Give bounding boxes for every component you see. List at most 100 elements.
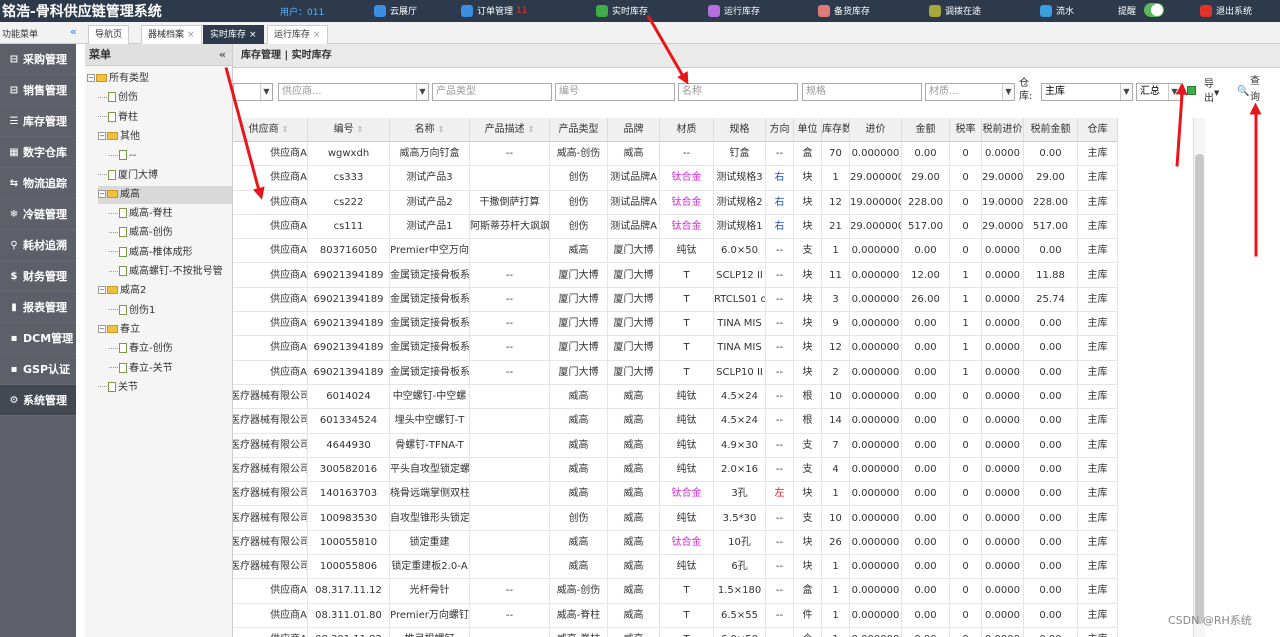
tree-node[interactable]: − 威高2: [98, 282, 146, 300]
tab-2[interactable]: 实时库存 ×: [203, 25, 264, 44]
material-select[interactable]: 材质... ▼: [925, 83, 1015, 101]
sidebar-item-warehouse[interactable]: ▦ 数字仓库: [0, 137, 76, 168]
table-cell: 主库: [1078, 360, 1118, 385]
column-header[interactable]: 库存数: [822, 118, 850, 142]
sidebar-item-settings[interactable]: ⚙ 系统管理: [0, 385, 76, 416]
table-cell: 0: [950, 214, 982, 240]
table-cell: --: [766, 603, 794, 628]
name-input[interactable]: 名称: [678, 83, 798, 101]
export-button[interactable]: 导出 ▼: [1184, 78, 1222, 108]
column-header[interactable]: 名称 ⇕: [390, 118, 470, 142]
spec-input[interactable]: 规格: [802, 83, 922, 101]
topnav-prep[interactable]: 备货库存: [818, 4, 870, 17]
summary-select[interactable]: 汇总 ▼: [1136, 83, 1181, 101]
column-header[interactable]: 税率: [950, 118, 982, 142]
column-header[interactable]: 编号 ⇕: [308, 118, 390, 142]
column-header[interactable]: 单位: [794, 118, 822, 142]
tree-node[interactable]: 威高螺钉-不按批号管: [109, 263, 223, 281]
tree-node[interactable]: 厦门大博: [98, 167, 158, 185]
topnav-reminder[interactable]: 提醒: [1118, 4, 1136, 17]
tree-node[interactable]: 威高-创伤: [109, 224, 173, 242]
reminder-toggle[interactable]: [1144, 3, 1164, 17]
topnav-transfer[interactable]: 调拨在途: [929, 4, 981, 17]
sidebar-item-finance[interactable]: $ 财务管理: [0, 261, 76, 292]
supplier-select[interactable]: 供应商... ▼: [278, 83, 429, 101]
table-cell: 0.0000: [982, 579, 1024, 604]
tab-3[interactable]: 运行库存 ×: [267, 25, 328, 44]
topnav-cloud[interactable]: 云展厅: [374, 4, 417, 17]
sidebar-item-dcm[interactable]: ▪ DCM管理: [0, 323, 76, 354]
column-header[interactable]: 方向: [766, 118, 794, 142]
app-title: 铭浩-骨科供应链管理系统: [2, 4, 162, 20]
tree-node[interactable]: 春立-关节: [109, 360, 173, 378]
tree-node[interactable]: − 其他: [98, 128, 140, 146]
column-header[interactable]: 材质: [660, 118, 714, 142]
topnav-power[interactable]: 退出系统: [1200, 4, 1252, 17]
tree-node[interactable]: 脊柱: [98, 109, 138, 127]
tree-header: 菜单 «: [85, 44, 232, 66]
tree-node-label: 春立-关节: [129, 362, 173, 374]
sidebar-item-inventory[interactable]: ☰ 库存管理: [0, 106, 76, 137]
table-cell: 0: [950, 555, 982, 580]
expand-toggle-icon[interactable]: −: [98, 324, 106, 333]
scrollbar-thumb[interactable]: [1195, 154, 1204, 624]
tree-node[interactable]: --: [109, 147, 136, 165]
first-select[interactable]: ▼: [233, 83, 273, 101]
vertical-scrollbar[interactable]: [1193, 118, 1205, 637]
column-header[interactable]: 税前金额: [1024, 118, 1078, 142]
product-type-input[interactable]: 产品类型: [432, 83, 552, 101]
expand-toggle-icon[interactable]: −: [98, 286, 106, 295]
topnav-run[interactable]: 运行库存: [708, 4, 760, 17]
topnav-stock[interactable]: 实时库存: [596, 4, 648, 17]
folder-icon: [107, 324, 118, 333]
sort-icon[interactable]: ⇕: [282, 125, 289, 134]
close-icon[interactable]: ×: [187, 30, 195, 40]
close-icon[interactable]: ×: [313, 30, 321, 40]
expand-toggle-icon[interactable]: −: [98, 189, 106, 198]
tree-collapse-icon[interactable]: «: [219, 44, 226, 66]
column-header[interactable]: 品牌: [608, 118, 660, 142]
tree-node[interactable]: 创伤: [98, 89, 138, 107]
inventory-table: 供应商 ⇕ 编号 ⇕ 名称 ⇕ 产品描述 ⇕ 产品类型 品牌 材质 规格 方向 单位 库存数 进价 金额 税率 税前…: [233, 118, 1193, 637]
sidebar-item-trace[interactable]: ⚲ 耗材追溯: [0, 230, 76, 261]
sidebar-item-gsp[interactable]: ▪ GSP认证: [0, 354, 76, 385]
table-cell: 1: [950, 336, 982, 361]
sort-icon[interactable]: ⇕: [528, 125, 535, 134]
code-input[interactable]: 编号: [555, 83, 675, 101]
topnav-order[interactable]: 订单管理 11: [461, 4, 527, 17]
table-cell: 厦门大博: [550, 360, 608, 385]
column-header[interactable]: 税前进价: [982, 118, 1024, 142]
sidebar-item-sales[interactable]: ⊟ 销售管理: [0, 75, 76, 106]
sidebar-item-logistics[interactable]: ⇆ 物流追踪: [0, 168, 76, 199]
expand-toggle-icon[interactable]: −: [87, 74, 95, 82]
sort-icon[interactable]: ⇕: [438, 125, 445, 134]
tree-node[interactable]: 威高-椎体成形: [109, 244, 193, 262]
file-icon: [119, 343, 127, 354]
sidebar-item-purchase[interactable]: ⊟ 采购管理: [0, 44, 76, 75]
tree-node[interactable]: 创伤1: [109, 302, 155, 320]
sidebar-item-report[interactable]: ▮ 报表管理: [0, 292, 76, 323]
column-header[interactable]: 规格: [714, 118, 766, 142]
tab-0[interactable]: 导航页: [88, 25, 130, 44]
column-header[interactable]: 产品描述 ⇕: [470, 118, 550, 142]
tree-node[interactable]: − 春立: [98, 321, 140, 339]
column-header[interactable]: 进价: [850, 118, 902, 142]
tab-1[interactable]: 器械档案 ×: [141, 25, 202, 44]
close-icon[interactable]: ×: [249, 30, 257, 40]
tree-node[interactable]: 春立-创伤: [109, 340, 173, 358]
table-cell: 主库: [1078, 214, 1118, 240]
expand-toggle-icon[interactable]: −: [98, 131, 106, 140]
table-cell: --: [470, 360, 550, 385]
warehouse-select[interactable]: 主库 ▼: [1041, 83, 1133, 101]
sort-icon[interactable]: ⇕: [357, 125, 364, 134]
column-header[interactable]: 产品类型: [550, 118, 608, 142]
collapse-menu-icon[interactable]: «: [70, 25, 77, 38]
tree-node[interactable]: − 威高: [98, 185, 232, 204]
column-header[interactable]: 仓库: [1078, 118, 1118, 142]
topnav-flow[interactable]: 流水: [1040, 4, 1074, 17]
column-header[interactable]: 金额: [902, 118, 950, 142]
tree-node[interactable]: 威高-脊柱: [109, 205, 173, 223]
sidebar-item-coldchain[interactable]: ❄ 冷链管理: [0, 199, 76, 230]
tree-node[interactable]: 关节: [98, 379, 138, 397]
tree-node[interactable]: − 所有类型: [87, 70, 149, 88]
